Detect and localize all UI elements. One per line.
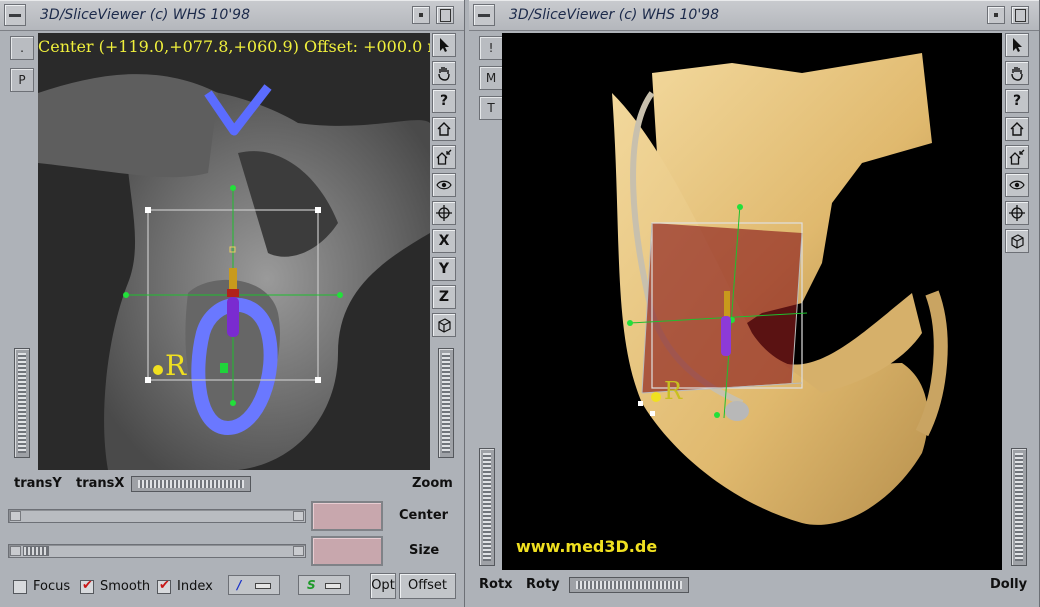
pointer-tool-button[interactable] [1005,33,1029,57]
size-color-swatch[interactable] [311,536,383,566]
pan-tool-button[interactable] [432,61,456,85]
projection-button[interactable] [1005,229,1029,253]
home-button[interactable] [432,117,456,141]
projection-button[interactable] [432,313,456,337]
trans-x-label: transX [76,476,125,491]
slice-viewport[interactable]: R Center (+119.0,+077.8,+060.9) Offset: … [38,33,430,470]
target-icon [1009,205,1025,221]
center-color-swatch[interactable] [311,501,383,531]
s-toggle-button[interactable]: S [298,575,350,595]
side-button-t[interactable]: T [479,96,503,120]
window-menu-button[interactable] [473,4,495,26]
x-axis-button[interactable]: X [432,229,456,253]
offset-button[interactable]: Offset [399,573,456,599]
rot-y-wheel[interactable] [569,577,689,593]
target-icon [436,205,452,221]
focus-checkbox[interactable] [13,580,27,594]
smooth-checkbox[interactable] [80,578,94,594]
side-button-p[interactable]: P [10,68,34,92]
view-all-button[interactable] [432,173,456,197]
left-window-title: 3D/SliceViewer (c) WHS 10'98 [40,7,250,23]
pointer-tool-button[interactable] [432,33,456,57]
size-label: Size [409,543,440,558]
smooth-label: Smooth [100,579,151,594]
rot-y-label: Roty [526,577,560,592]
arrow-pointer-icon [440,38,449,52]
left-title-bar[interactable]: 3D/SliceViewer (c) WHS 10'98 [0,0,464,31]
center-offset-readout: Center (+119.0,+077.8,+060.9) Offset: +0… [38,37,430,56]
maximize-button[interactable] [1011,6,1029,24]
rot-x-wheel[interactable] [479,448,495,566]
index-label: Index [177,579,213,594]
slash-toggle-button[interactable]: / [228,575,280,595]
center-slider[interactable] [8,509,306,523]
cube-icon [438,318,451,333]
index-checkbox[interactable] [157,578,171,594]
eye-icon [1009,180,1025,190]
home-icon [437,122,451,136]
side-button-m[interactable]: M [479,66,503,90]
trans-y-label: transY [14,476,62,491]
pan-tool-button[interactable] [1005,61,1029,85]
watermark-url: www.med3D.de [516,537,658,556]
jaw-3d-render: R [502,33,1002,570]
hand-icon [1011,67,1023,81]
y-axis-button[interactable]: Y [432,257,456,281]
view-all-button[interactable] [1005,173,1029,197]
slider-left-arrow-icon[interactable] [10,546,21,556]
slider-left-arrow-icon[interactable] [10,511,21,521]
cube-icon [1011,234,1024,249]
right-title-bar[interactable]: 3D/SliceViewer (c) WHS 10'98 [469,0,1039,31]
set-home-icon [1009,149,1025,165]
set-home-button[interactable] [1005,145,1029,169]
home-icon [1010,122,1024,136]
maximize-button[interactable] [436,6,454,24]
home-button[interactable] [1005,117,1029,141]
trans-y-wheel[interactable] [14,348,30,458]
set-home-icon [436,149,452,165]
slider-right-arrow-icon[interactable] [293,511,304,521]
z-axis-button[interactable]: Z [432,285,456,309]
seek-button[interactable] [432,201,456,225]
marker-r-label: R [165,349,187,382]
hand-icon [438,67,450,81]
slider-right-arrow-icon[interactable] [293,546,304,556]
help-button[interactable]: ? [1005,89,1029,113]
minimize-button[interactable] [412,6,430,24]
dolly-label: Dolly [990,577,1028,592]
minimize-button[interactable] [987,6,1005,24]
help-button[interactable]: ? [432,89,456,113]
arrow-pointer-icon [1013,38,1022,52]
center-label: Center [399,508,449,523]
size-slider-thumb[interactable] [23,546,49,556]
side-button-exclaim[interactable]: ! [479,36,503,60]
slice-viewer-window: 3D/SliceViewer (c) WHS 10'98 . P R Cente… [0,0,465,607]
seek-button[interactable] [1005,201,1029,225]
zoom-wheel[interactable] [438,348,454,458]
rot-x-label: Rotx [479,577,513,592]
window-menu-button[interactable] [4,4,26,26]
side-button-dot[interactable]: . [10,36,34,60]
focus-label: Focus [33,579,71,594]
3d-viewer-window: 3D/SliceViewer (c) WHS 10'98 ! M T R www… [469,0,1040,607]
ct-slice-image: R [38,33,430,470]
eye-icon [436,180,452,190]
3d-viewport[interactable]: R www.med3D.de [502,33,1002,570]
marker-r-label: R [664,377,683,405]
size-slider[interactable] [8,544,306,558]
set-home-button[interactable] [432,145,456,169]
dolly-wheel[interactable] [1011,448,1027,566]
options-button[interactable]: Opt [370,573,396,599]
right-window-title: 3D/SliceViewer (c) WHS 10'98 [509,7,719,23]
trans-x-wheel[interactable] [131,476,251,492]
zoom-label: Zoom [412,476,453,491]
